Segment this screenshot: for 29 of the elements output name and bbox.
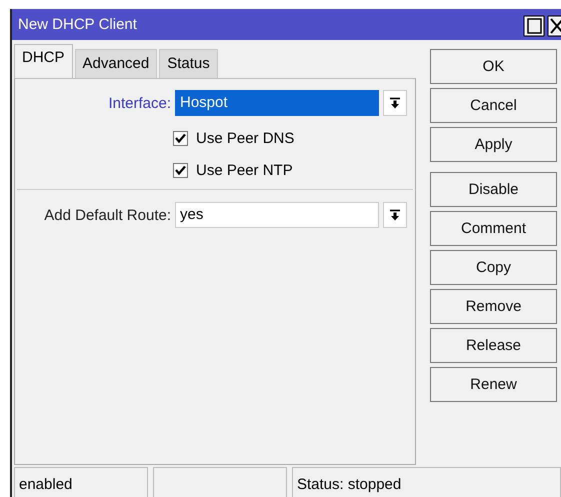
select-field[interactable]: Hospot	[175, 90, 379, 116]
button[interactable]: OK	[430, 49, 557, 84]
status-text: Status: stopped	[297, 476, 402, 493]
tab[interactable]: Advanced	[74, 49, 158, 78]
window-title: New DHCP Client	[17, 16, 137, 33]
field-label: Interface:	[107, 94, 172, 112]
dropdown-button[interactable]	[383, 202, 407, 228]
checkbox-label: Use Peer NTP	[196, 162, 293, 178]
button[interactable]: Cancel	[430, 88, 557, 123]
dropdown-button[interactable]	[383, 90, 407, 116]
down-arrow-icon	[390, 97, 400, 109]
checkbox[interactable]	[173, 130, 188, 146]
button[interactable]: Release	[430, 328, 557, 363]
checkbox-label: Use Peer DNS	[196, 130, 294, 146]
checkbox[interactable]	[173, 162, 188, 178]
close-icon[interactable]	[547, 15, 561, 37]
button[interactable]: Disable	[430, 172, 557, 207]
button[interactable]: Copy	[430, 250, 557, 285]
button[interactable]: Renew	[430, 367, 557, 402]
field-label: Add Default Route:	[43, 206, 172, 224]
status-text: enabled	[19, 476, 72, 493]
button[interactable]: Apply	[430, 127, 557, 162]
button[interactable]: Comment	[430, 211, 557, 246]
tab[interactable]: Status	[159, 49, 218, 78]
select-field[interactable]: yes	[175, 202, 379, 228]
button[interactable]: Remove	[430, 289, 557, 324]
tab[interactable]: DHCP	[14, 44, 73, 78]
maximize-icon[interactable]	[523, 15, 545, 37]
down-arrow-icon	[390, 209, 400, 221]
